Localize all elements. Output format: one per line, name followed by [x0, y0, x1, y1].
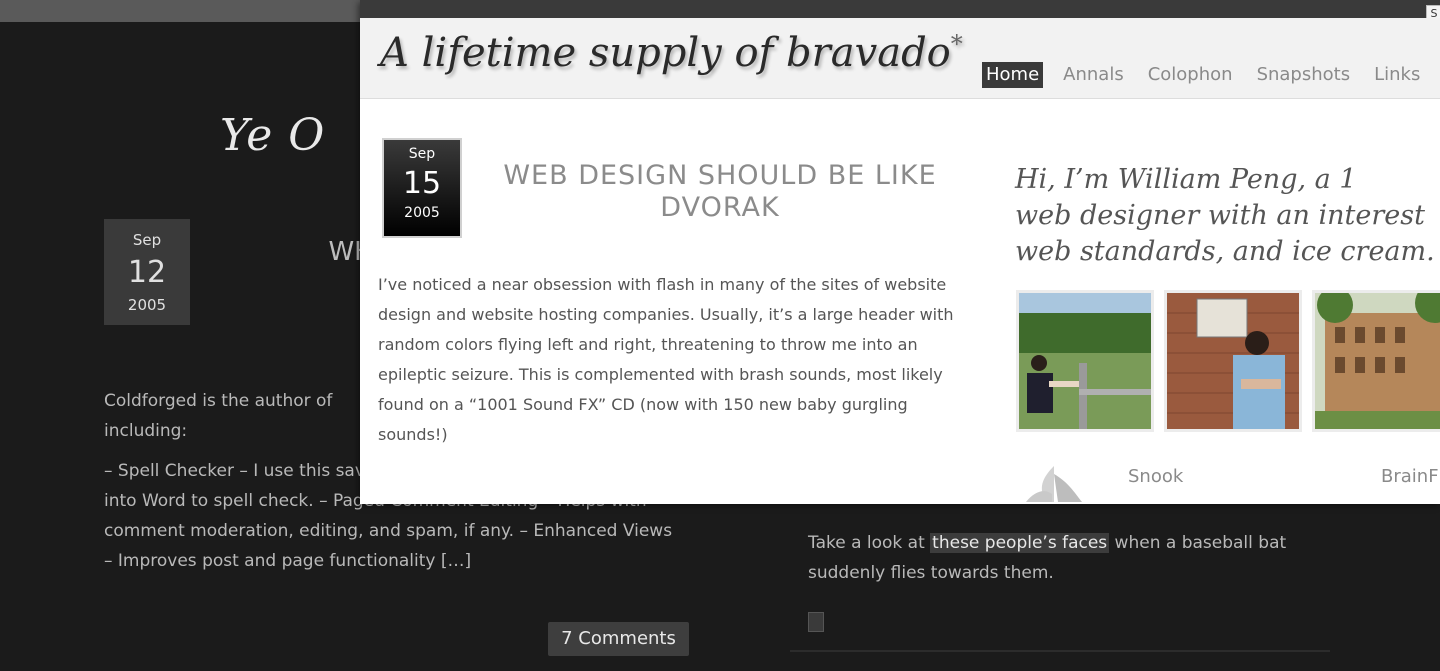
nav-annals[interactable]: Annals: [1051, 62, 1136, 88]
window-topbar: [360, 0, 1440, 18]
nav-home[interactable]: Home: [982, 62, 1044, 88]
nav-links[interactable]: Links: [1362, 62, 1432, 88]
comments-button[interactable]: 7 Comments: [548, 622, 689, 656]
background-site-title: Ye O: [220, 110, 326, 161]
snapshot-photo-3[interactable]: [1312, 290, 1440, 432]
date-year: 2005: [404, 205, 440, 221]
broken-image-icon: [808, 612, 824, 632]
background-right-post-text: Take a look at these people’s faces when…: [808, 533, 1287, 583]
faces-link[interactable]: these people’s faces: [930, 533, 1110, 553]
footer-link-snook[interactable]: Snook: [1128, 466, 1183, 487]
foreground-browser-window: S A lifetime supply of bravado* Home Ann…: [360, 0, 1440, 504]
snapshot-photo-2[interactable]: [1164, 290, 1302, 432]
post-title[interactable]: WEB DESIGN SHOULD BE LIKE DVORAK: [480, 160, 960, 224]
date-month: Sep: [132, 231, 162, 249]
nav-colophon[interactable]: Colophon: [1136, 62, 1245, 88]
date-month: Sep: [408, 146, 436, 162]
date-day: 12: [127, 255, 167, 290]
date-year: 2005: [127, 296, 167, 314]
site-header: A lifetime supply of bravado* Home Annal…: [360, 18, 1440, 99]
footer-link-brainf[interactable]: BrainF: [1381, 466, 1439, 487]
snapshot-photo-1[interactable]: [1016, 290, 1154, 432]
asterisk-mark: *: [950, 30, 963, 58]
main-nav: Home Annals Colophon Snapshots Links: [982, 62, 1432, 88]
post-date: Sep 15 2005: [382, 138, 462, 238]
leaf-icon: [1026, 466, 1082, 502]
post-divider: [790, 650, 1330, 652]
post-body: I’ve noticed a near obsession with flash…: [378, 275, 954, 444]
site-title[interactable]: A lifetime supply of bravado*: [380, 30, 963, 76]
background-post-date: Sep 12 2005: [104, 219, 190, 325]
date-day: 15: [402, 166, 442, 201]
author-intro: Hi, I’m William Peng, a 1 web designer w…: [1015, 164, 1435, 267]
nav-snapshots[interactable]: Snapshots: [1245, 62, 1363, 88]
